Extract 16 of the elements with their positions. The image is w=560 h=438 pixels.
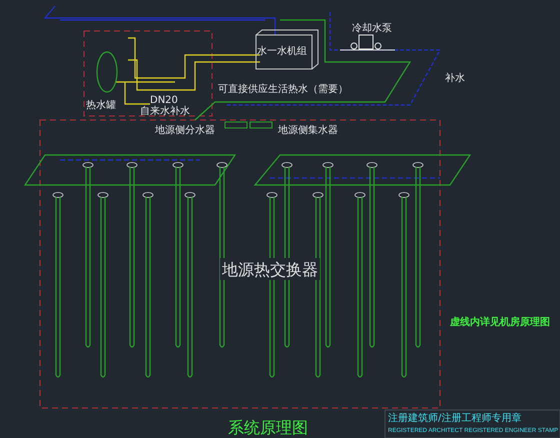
- pipe-size-label: DN20: [150, 95, 178, 106]
- drawing-title: 系统原理图: [228, 418, 308, 437]
- makeup-label: 补水: [445, 73, 465, 84]
- pump-label: 冷却水泵: [352, 23, 392, 34]
- water-unit-drawing: [256, 30, 318, 70]
- hot-water-note: 可直接供应生活热水（需要）: [218, 84, 348, 95]
- pump-drawing: [340, 34, 396, 50]
- tank-label: 热水罐: [86, 100, 116, 111]
- field-label: 地源热交换器: [222, 260, 318, 279]
- unit-label: 水一水机组: [257, 46, 307, 57]
- stamp-text: 注册建筑师/注册工程师专用章: [388, 413, 522, 424]
- manifold-drawing: [224, 122, 272, 128]
- return-manifold-label: 地源侧集水器: [278, 125, 338, 136]
- note-text: 虚线内详见机房原理图: [450, 317, 550, 328]
- supply-manifold-label: 地源侧分水器: [155, 125, 215, 136]
- tap-water-label: 自来水补水: [140, 106, 190, 117]
